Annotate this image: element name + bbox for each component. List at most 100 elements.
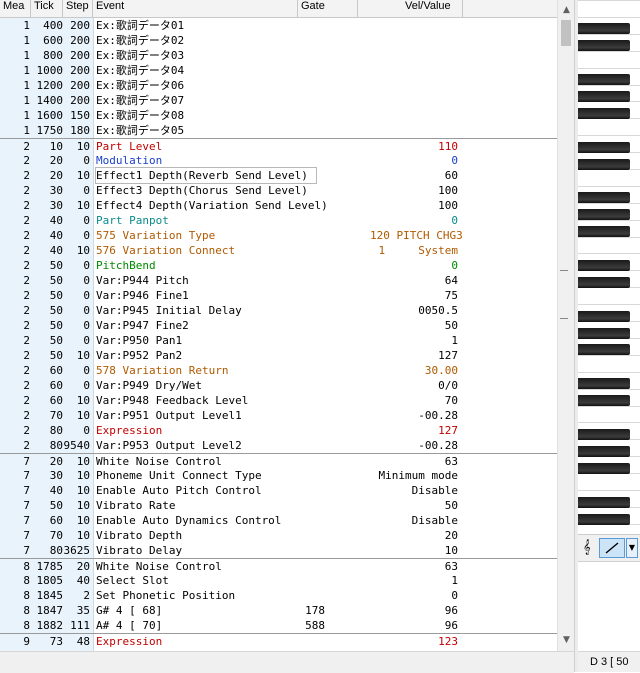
step-cell[interactable]: 48 [63, 634, 90, 649]
tick-cell[interactable]: 40 [30, 243, 63, 258]
value-cell[interactable]: 100 [370, 183, 458, 198]
tick-cell[interactable]: 50 [30, 348, 63, 363]
step-cell[interactable]: 3625 [63, 543, 91, 558]
tick-cell[interactable]: 50 [30, 498, 63, 513]
event-cell[interactable]: Var:P948 Feedback Level [96, 393, 248, 408]
value-cell[interactable]: 70 [370, 393, 458, 408]
mea-cell[interactable]: 9 [0, 634, 30, 649]
value-cell[interactable]: 127 [370, 423, 458, 438]
event-cell[interactable]: A# 4 [ 70] [96, 618, 162, 633]
table-row[interactable]: 1 400 200 Ex:歌詞データ01 [0, 18, 557, 33]
header-gate[interactable]: Gate [298, 0, 358, 17]
step-cell[interactable]: 200 [63, 78, 90, 93]
scrollbar-thumb[interactable] [561, 20, 571, 46]
value-cell[interactable]: 63 [370, 559, 458, 574]
table-row[interactable]: 1 1400 200 Ex:歌詞データ07 [0, 93, 557, 108]
event-cell[interactable]: Ex:歌詞データ02 [96, 33, 184, 48]
tick-cell[interactable]: 40 [30, 213, 63, 228]
step-cell[interactable]: 200 [63, 18, 90, 33]
mea-cell[interactable]: 7 [0, 483, 30, 498]
value-cell[interactable]: 1 [370, 573, 458, 588]
step-cell[interactable]: 2 [63, 588, 90, 603]
table-row[interactable]: 2 30 0 Effect3 Depth(Chorus Send Level) 100 [0, 183, 557, 198]
step-cell[interactable]: 9540 [63, 438, 91, 453]
black-key[interactable] [578, 328, 630, 339]
table-row[interactable]: 2 40 0 Part Panpot 0 [0, 213, 557, 228]
value-cell[interactable]: 50 [370, 318, 458, 333]
value-cell[interactable]: Disable [370, 483, 458, 498]
value-cell[interactable]: 30.00 [370, 363, 458, 378]
step-cell[interactable]: 10 [63, 498, 90, 513]
table-row[interactable]: 2 20 0 Modulation 0 [0, 153, 557, 168]
tick-cell[interactable]: 20 [30, 454, 63, 469]
black-key[interactable] [578, 514, 630, 525]
mea-cell[interactable]: 2 [0, 243, 30, 258]
step-cell[interactable]: 35 [63, 603, 90, 618]
tick-cell[interactable]: 30 [30, 468, 63, 483]
tick-cell[interactable]: 80 [30, 543, 63, 558]
pencil-tool-button[interactable] [599, 538, 625, 558]
step-cell[interactable]: 200 [63, 63, 90, 78]
black-key[interactable] [578, 159, 630, 170]
event-cell[interactable]: Effect1 Depth(Reverb Send Level) [95, 167, 317, 184]
event-cell[interactable]: PitchBend [96, 258, 156, 273]
table-row[interactable]: 2 50 0 Var:P945 Initial Delay 0050.5 [0, 303, 557, 318]
event-cell[interactable]: 578 Variation Return [96, 363, 228, 378]
table-row[interactable]: 1 1750 180 Ex:歌詞データ05 [0, 123, 557, 138]
step-cell[interactable]: 10 [63, 468, 90, 483]
piano-keyboard[interactable] [578, 0, 640, 530]
table-row[interactable]: 7 30 10 Phoneme Unit Connect Type Minimum mo… [0, 468, 557, 483]
event-cell[interactable]: Var:P950 Pan1 [96, 333, 182, 348]
event-cell[interactable]: Select Slot [96, 573, 169, 588]
event-cell[interactable]: Var:P952 Pan2 [96, 348, 182, 363]
mea-cell[interactable]: 2 [0, 393, 30, 408]
mea-cell[interactable]: 7 [0, 468, 30, 483]
table-row[interactable]: 7 40 10 Enable Auto Pitch Control Disable [0, 483, 557, 498]
tick-cell[interactable]: 600 [30, 33, 63, 48]
tick-cell[interactable]: 60 [30, 363, 63, 378]
table-row[interactable]: 8 1805 40 Select Slot 1 [0, 573, 557, 588]
event-cell[interactable]: 575 Variation Type [96, 228, 215, 243]
event-cell[interactable]: Part Level [96, 139, 162, 154]
step-cell[interactable]: 10 [63, 168, 90, 183]
tick-cell[interactable]: 70 [30, 528, 63, 543]
value-cell[interactable]: 127 [370, 348, 458, 363]
step-cell[interactable]: 10 [63, 408, 90, 423]
mea-cell[interactable]: 8 [0, 603, 30, 618]
table-row[interactable]: 2 80 9540 Var:P953 Output Level2 -00.28 [0, 438, 557, 453]
table-row[interactable]: 7 20 10 White Noise Control 63 [0, 453, 557, 469]
table-row[interactable]: 2 70 10 Var:P951 Output Level1 -00.28 [0, 408, 557, 423]
black-key[interactable] [578, 311, 630, 322]
step-cell[interactable]: 10 [63, 513, 90, 528]
value-cell[interactable]: 120 PITCH CHG3 [370, 228, 463, 243]
event-cell[interactable]: Ex:歌詞データ06 [96, 78, 184, 93]
tick-cell[interactable]: 60 [30, 378, 63, 393]
black-key[interactable] [578, 344, 630, 355]
mea-cell[interactable]: 1 [0, 123, 30, 138]
step-cell[interactable]: 200 [63, 93, 90, 108]
mea-cell[interactable]: 2 [0, 303, 30, 318]
step-cell[interactable]: 0 [63, 213, 90, 228]
mea-cell[interactable]: 2 [0, 363, 30, 378]
tick-cell[interactable]: 50 [30, 258, 63, 273]
step-cell[interactable]: 0 [63, 288, 90, 303]
black-key[interactable] [578, 142, 630, 153]
table-row[interactable]: 2 50 10 Var:P952 Pan2 127 [0, 348, 557, 363]
step-cell[interactable]: 0 [63, 258, 90, 273]
event-cell[interactable]: Phoneme Unit Connect Type [96, 468, 262, 483]
step-cell[interactable]: 0 [63, 378, 90, 393]
scroll-up-icon[interactable]: ▲ [558, 2, 575, 19]
tick-cell[interactable]: 800 [30, 48, 63, 63]
value-cell[interactable]: 60 [370, 168, 458, 183]
tick-cell[interactable]: 30 [30, 183, 63, 198]
event-cell[interactable]: Var:P944 Pitch [96, 273, 189, 288]
black-key[interactable] [578, 260, 630, 271]
step-cell[interactable]: 10 [63, 348, 90, 363]
mea-cell[interactable]: 2 [0, 333, 30, 348]
table-row[interactable]: 2 60 10 Var:P948 Feedback Level 70 [0, 393, 557, 408]
vertical-scrollbar[interactable]: ▲ ▼ [557, 0, 574, 651]
step-cell[interactable]: 10 [63, 393, 90, 408]
mea-cell[interactable]: 7 [0, 543, 30, 558]
step-cell[interactable]: 150 [63, 108, 90, 123]
event-cell[interactable]: Var:P951 Output Level1 [96, 408, 242, 423]
